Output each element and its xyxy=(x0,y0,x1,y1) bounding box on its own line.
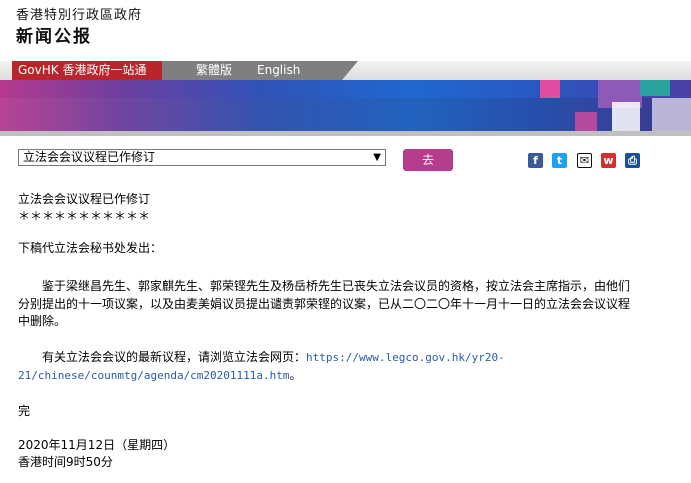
gov-name: 香港特別行政區政府 xyxy=(16,8,143,23)
twitter-icon[interactable]: t xyxy=(552,153,567,168)
language-tabs: 繁體版 English xyxy=(162,61,342,80)
select-value: 立法会会议议程已作修订 xyxy=(23,150,156,164)
article-stars: ＊＊＊＊＊＊＊＊＊＊＊ xyxy=(18,209,151,223)
page-title: 新闻公报 xyxy=(16,27,92,47)
para1-line3: 中删除。 xyxy=(18,314,67,328)
para1-line2: 分别提出的十一项议案，以及由麦美娟议员提出谴责郭荣铿的议案，已从二〇二〇年十一月… xyxy=(18,297,631,311)
legco-link-part2[interactable]: 21/chinese/counmtg/agenda/cm20201111a.ht… xyxy=(18,369,290,382)
weibo-icon[interactable]: w xyxy=(601,153,616,168)
press-release-select[interactable]: 立法会会议议程已作修订 ▼ xyxy=(18,149,386,166)
english-link[interactable]: English xyxy=(257,61,300,80)
release-time: 香港时间9时50分 xyxy=(18,455,113,469)
site-header: 香港特別行政區政府 新闻公报 xyxy=(16,8,142,48)
para1-line1: 鉴于梁继昌先生、郭家麒先生、郭荣铿先生及杨岳桥先生已丧失立法会议员的资格，按立法… xyxy=(42,279,631,293)
banner-square xyxy=(640,80,670,96)
govhk-link[interactable]: GovHK 香港政府一站通 xyxy=(12,61,162,80)
article-title: 立法会会议议程已作修订 xyxy=(18,192,151,206)
para2: 有关立法会会议的最新议程，请浏览立法会网页：https://www.legco.… xyxy=(42,348,505,367)
header-banner xyxy=(0,80,691,131)
print-icon[interactable]: ⎙ xyxy=(625,153,640,168)
facebook-icon[interactable]: f xyxy=(528,153,543,168)
para2-prefix: 有关立法会会议的最新议程，请浏览立法会网页： xyxy=(42,350,307,364)
banner-square xyxy=(652,98,691,131)
chevron-down-icon: ▼ xyxy=(373,152,381,163)
banner-square xyxy=(575,112,597,131)
release-date: 2020年11月12日（星期四） xyxy=(18,438,176,452)
nav-divider-end xyxy=(342,61,358,80)
para2-suffix: 。 xyxy=(289,368,302,382)
article-intro: 下稿代立法会秘书处发出： xyxy=(18,241,163,255)
go-button[interactable]: 去 xyxy=(403,149,453,171)
email-icon[interactable]: ✉ xyxy=(577,153,592,168)
para2-cont: 21/chinese/counmtg/agenda/cm20201111a.ht… xyxy=(18,366,302,385)
banner-underline xyxy=(0,131,691,136)
banner-square xyxy=(540,80,560,98)
top-nav: GovHK 香港政府一站通 繁體版 English xyxy=(0,61,691,80)
article-end: 完 xyxy=(18,404,31,418)
legco-link-part1[interactable]: https://www.legco.gov.hk/yr20- xyxy=(306,351,505,364)
traditional-chinese-link[interactable]: 繁體版 xyxy=(196,61,232,80)
banner-square xyxy=(612,102,640,131)
